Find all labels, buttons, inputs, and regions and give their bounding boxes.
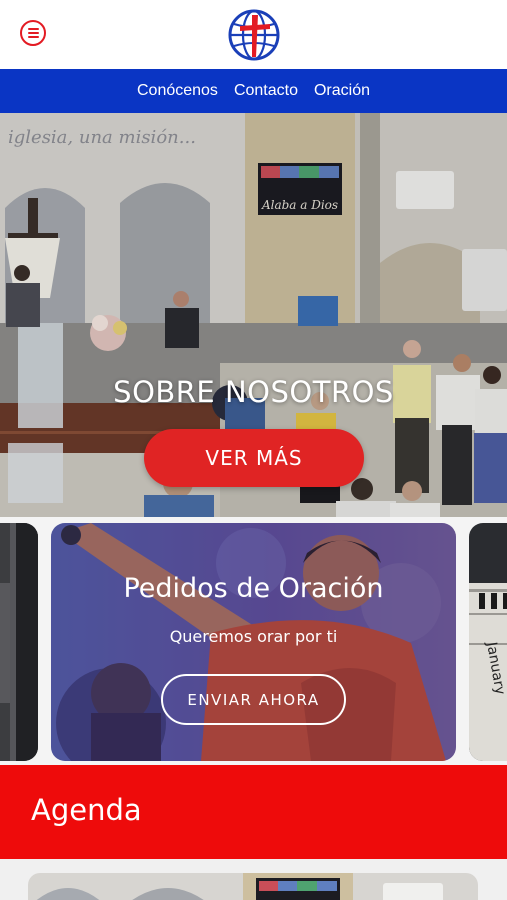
carousel-card-previous[interactable]	[0, 523, 38, 761]
ver-mas-button[interactable]: VER MÁS	[144, 429, 364, 487]
agenda-event-photo	[28, 873, 478, 900]
calendar-card-image: January	[469, 523, 507, 761]
cards-carousel[interactable]: Pedidos de Oración Queremos orar por ti …	[0, 517, 507, 765]
prayer-request-card[interactable]: Pedidos de Oración Queremos orar por ti …	[51, 523, 456, 761]
nav-link-conocenos[interactable]: Conócenos	[137, 82, 218, 100]
previous-card-image	[0, 523, 38, 761]
hero-slider[interactable]: iglesia, una misión... Alaba a Dios SOBR…	[0, 113, 507, 517]
prayer-card-title: Pedidos de Oración	[123, 573, 384, 604]
agenda-section-header: Agenda	[0, 765, 507, 859]
globe-cross-logo[interactable]	[228, 9, 280, 61]
hero-title: SOBRE NOSOTROS	[113, 375, 394, 409]
top-nav: Conócenos Contacto Oración	[0, 69, 507, 113]
nav-link-oracion[interactable]: Oración	[314, 82, 370, 100]
agenda-title: Agenda	[31, 793, 142, 827]
enviar-ahora-button[interactable]: ENVIAR AHORA	[161, 674, 346, 725]
agenda-content	[0, 859, 507, 900]
carousel-card-next[interactable]: January	[469, 523, 507, 761]
agenda-event-card[interactable]	[28, 873, 478, 900]
prayer-card-subtitle: Queremos orar por ti	[169, 627, 338, 646]
hamburger-menu-icon[interactable]	[20, 20, 46, 46]
app-header	[0, 0, 507, 69]
nav-link-contacto[interactable]: Contacto	[234, 82, 298, 100]
